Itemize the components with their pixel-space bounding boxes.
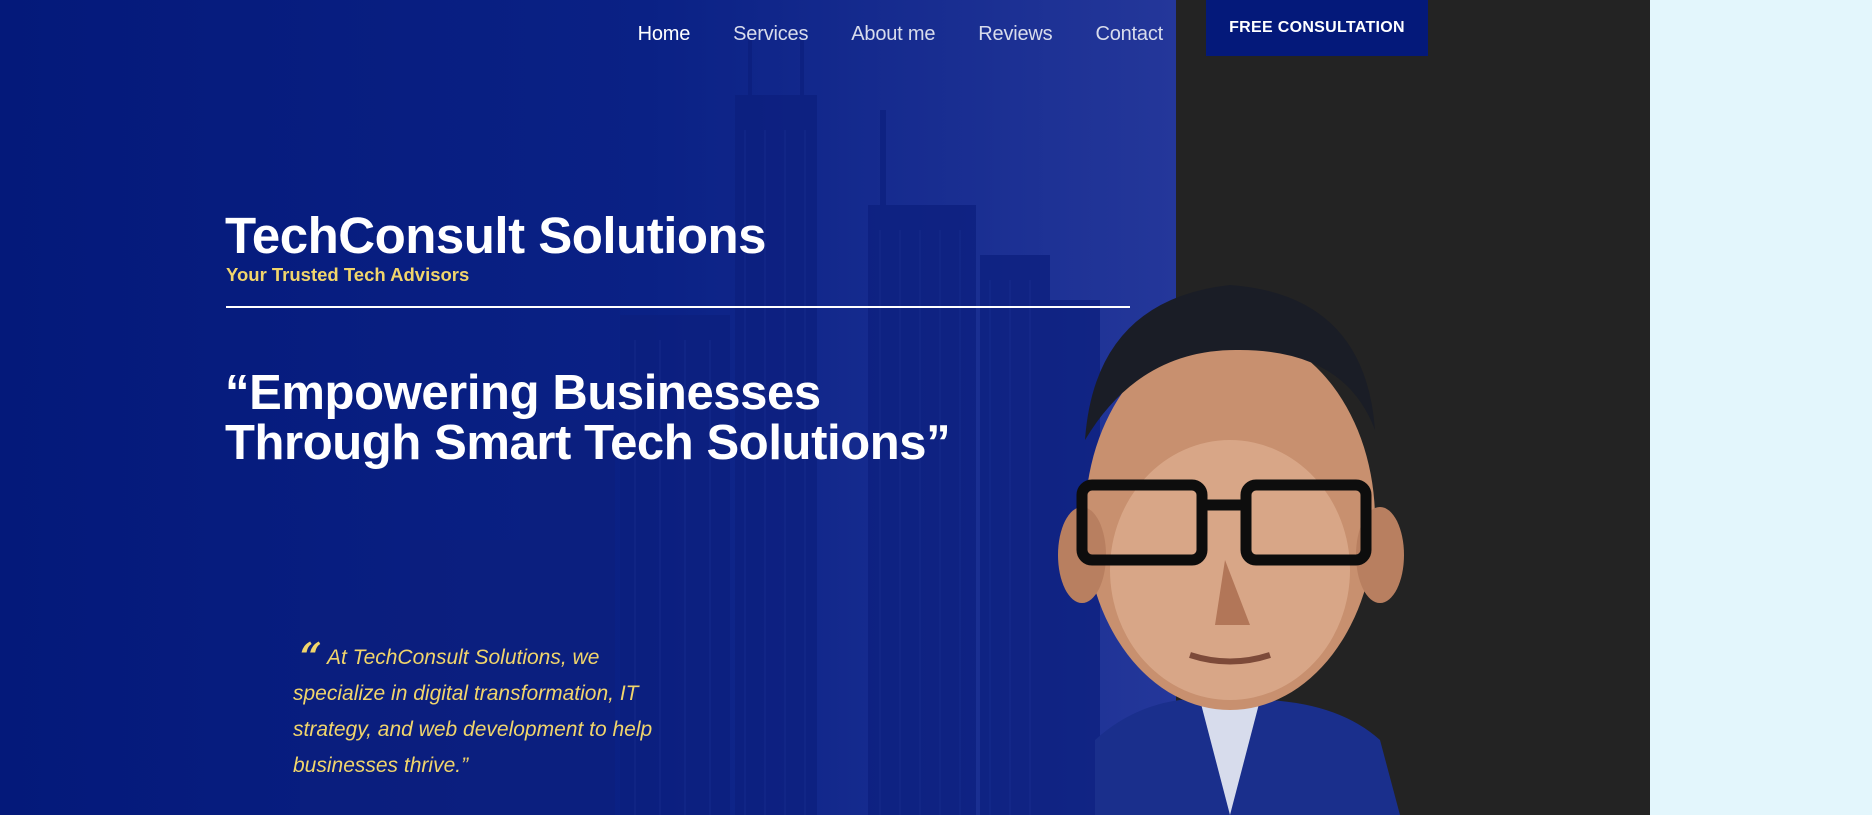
- nav-home[interactable]: Home: [638, 23, 691, 46]
- hero-section: Home Services About me Reviews Contact F…: [0, 0, 1650, 815]
- brand-tagline: Your Trusted Tech Advisors: [226, 264, 470, 285]
- nav-services[interactable]: Services: [733, 23, 808, 46]
- nav-about-me[interactable]: About me: [851, 23, 935, 46]
- nav-reviews[interactable]: Reviews: [978, 23, 1052, 46]
- hero-headline: “Empowering Businesses Through Smart Tec…: [225, 366, 951, 470]
- consultant-portrait: [1058, 285, 1404, 815]
- divider-line: [226, 306, 1130, 308]
- hero-quote: At TechConsult Solutions, we specialize …: [293, 640, 653, 784]
- main-nav: Home Services About me Reviews Contact F…: [638, 0, 1428, 68]
- brand-title: TechConsult Solutions: [225, 207, 767, 264]
- hero-quote-text: At TechConsult Solutions, we specialize …: [293, 646, 653, 777]
- page: Home Services About me Reviews Contact F…: [0, 0, 1872, 815]
- nav-contact[interactable]: Contact: [1095, 23, 1163, 46]
- free-consultation-button[interactable]: FREE CONSULTATION: [1206, 0, 1428, 56]
